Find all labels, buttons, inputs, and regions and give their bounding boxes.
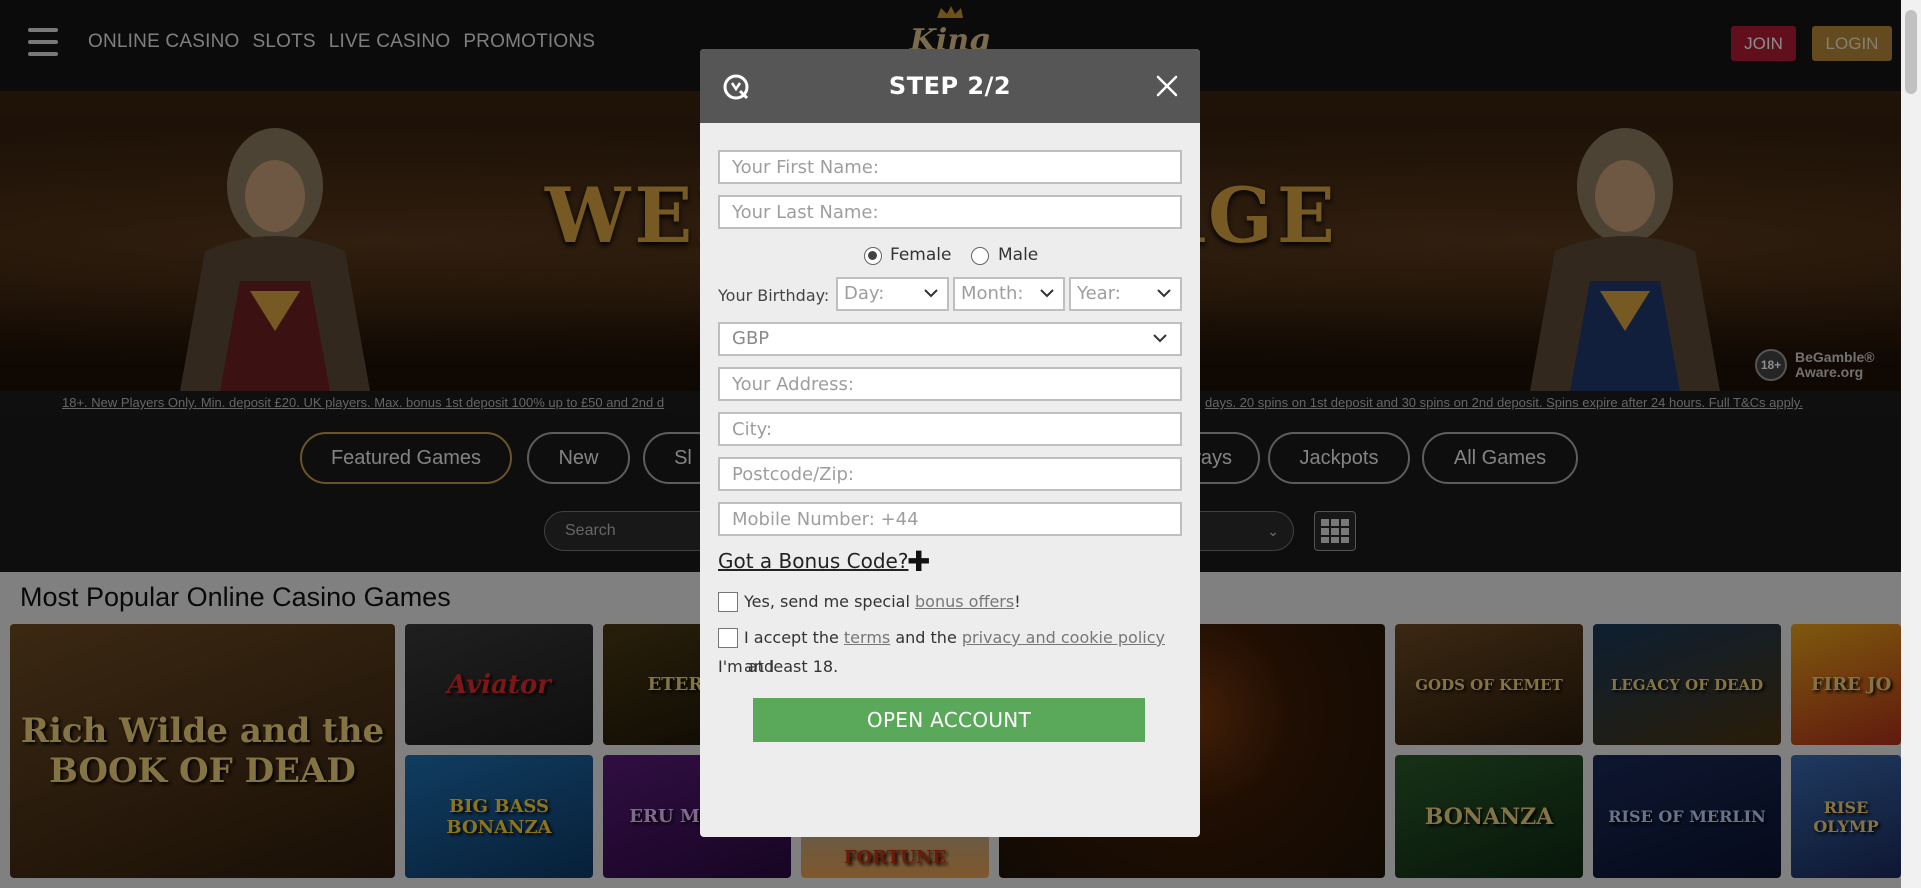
gender-female-radio[interactable]	[864, 247, 882, 265]
city-field[interactable]	[718, 412, 1182, 446]
bonus-code-link[interactable]: Got a Bonus Code?	[718, 549, 908, 573]
bonus-offers-link[interactable]: bonus offers	[915, 592, 1014, 611]
gender-selector: Female Male	[700, 245, 1200, 269]
mobile-number-field[interactable]	[718, 502, 1182, 536]
age-confirm-text: I'm at least 18.	[718, 657, 839, 676]
privacy-policy-link[interactable]: privacy and cookie policy	[962, 628, 1165, 647]
chevron-down-icon	[1157, 289, 1171, 298]
birthday-year-select[interactable]: Year:	[1069, 277, 1182, 311]
month-select-value: Month:	[961, 283, 1024, 304]
scrollbar-thumb[interactable]	[1905, 10, 1917, 94]
bonus-offers-label[interactable]: Yes, send me special bonus offers!	[744, 587, 1021, 616]
plus-icon[interactable]: ✚	[907, 545, 930, 578]
gender-male-label[interactable]: Male	[998, 245, 1038, 265]
offers-text-pre: Yes, send me special	[744, 592, 915, 611]
close-icon[interactable]	[1154, 73, 1180, 99]
registration-modal: STEP 2/2 Female Male Your Birthday: Day:…	[700, 49, 1200, 837]
terms-text-2: and the	[890, 628, 962, 647]
currency-select[interactable]: GBP	[718, 322, 1182, 356]
postcode-field[interactable]	[718, 457, 1182, 491]
first-name-field[interactable]	[718, 150, 1182, 184]
gender-male-radio[interactable]	[971, 247, 989, 265]
chevron-down-icon	[924, 289, 938, 298]
terms-text-1: I accept the	[744, 628, 844, 647]
address-field[interactable]	[718, 367, 1182, 401]
open-account-button[interactable]: OPEN ACCOUNT	[753, 698, 1145, 742]
modal-title: STEP 2/2	[888, 72, 1012, 100]
chevron-down-icon	[1040, 289, 1054, 298]
day-select-value: Day:	[844, 283, 885, 304]
accept-terms-checkbox[interactable]	[718, 628, 738, 648]
gender-female-label[interactable]: Female	[890, 245, 951, 265]
page-scrollbar[interactable]	[1901, 0, 1921, 888]
terms-link[interactable]: terms	[844, 628, 890, 647]
offers-text-post: !	[1014, 592, 1021, 611]
last-name-field[interactable]	[718, 195, 1182, 229]
brand-logo-icon	[723, 74, 749, 100]
year-select-value: Year:	[1077, 283, 1121, 304]
bonus-offers-checkbox[interactable]	[718, 592, 738, 612]
birthday-month-select[interactable]: Month:	[953, 277, 1065, 311]
chevron-down-icon	[1153, 334, 1167, 343]
birthday-label: Your Birthday:	[718, 286, 830, 305]
modal-header: STEP 2/2	[700, 49, 1200, 123]
birthday-day-select[interactable]: Day:	[836, 277, 949, 311]
currency-value: GBP	[732, 328, 770, 349]
